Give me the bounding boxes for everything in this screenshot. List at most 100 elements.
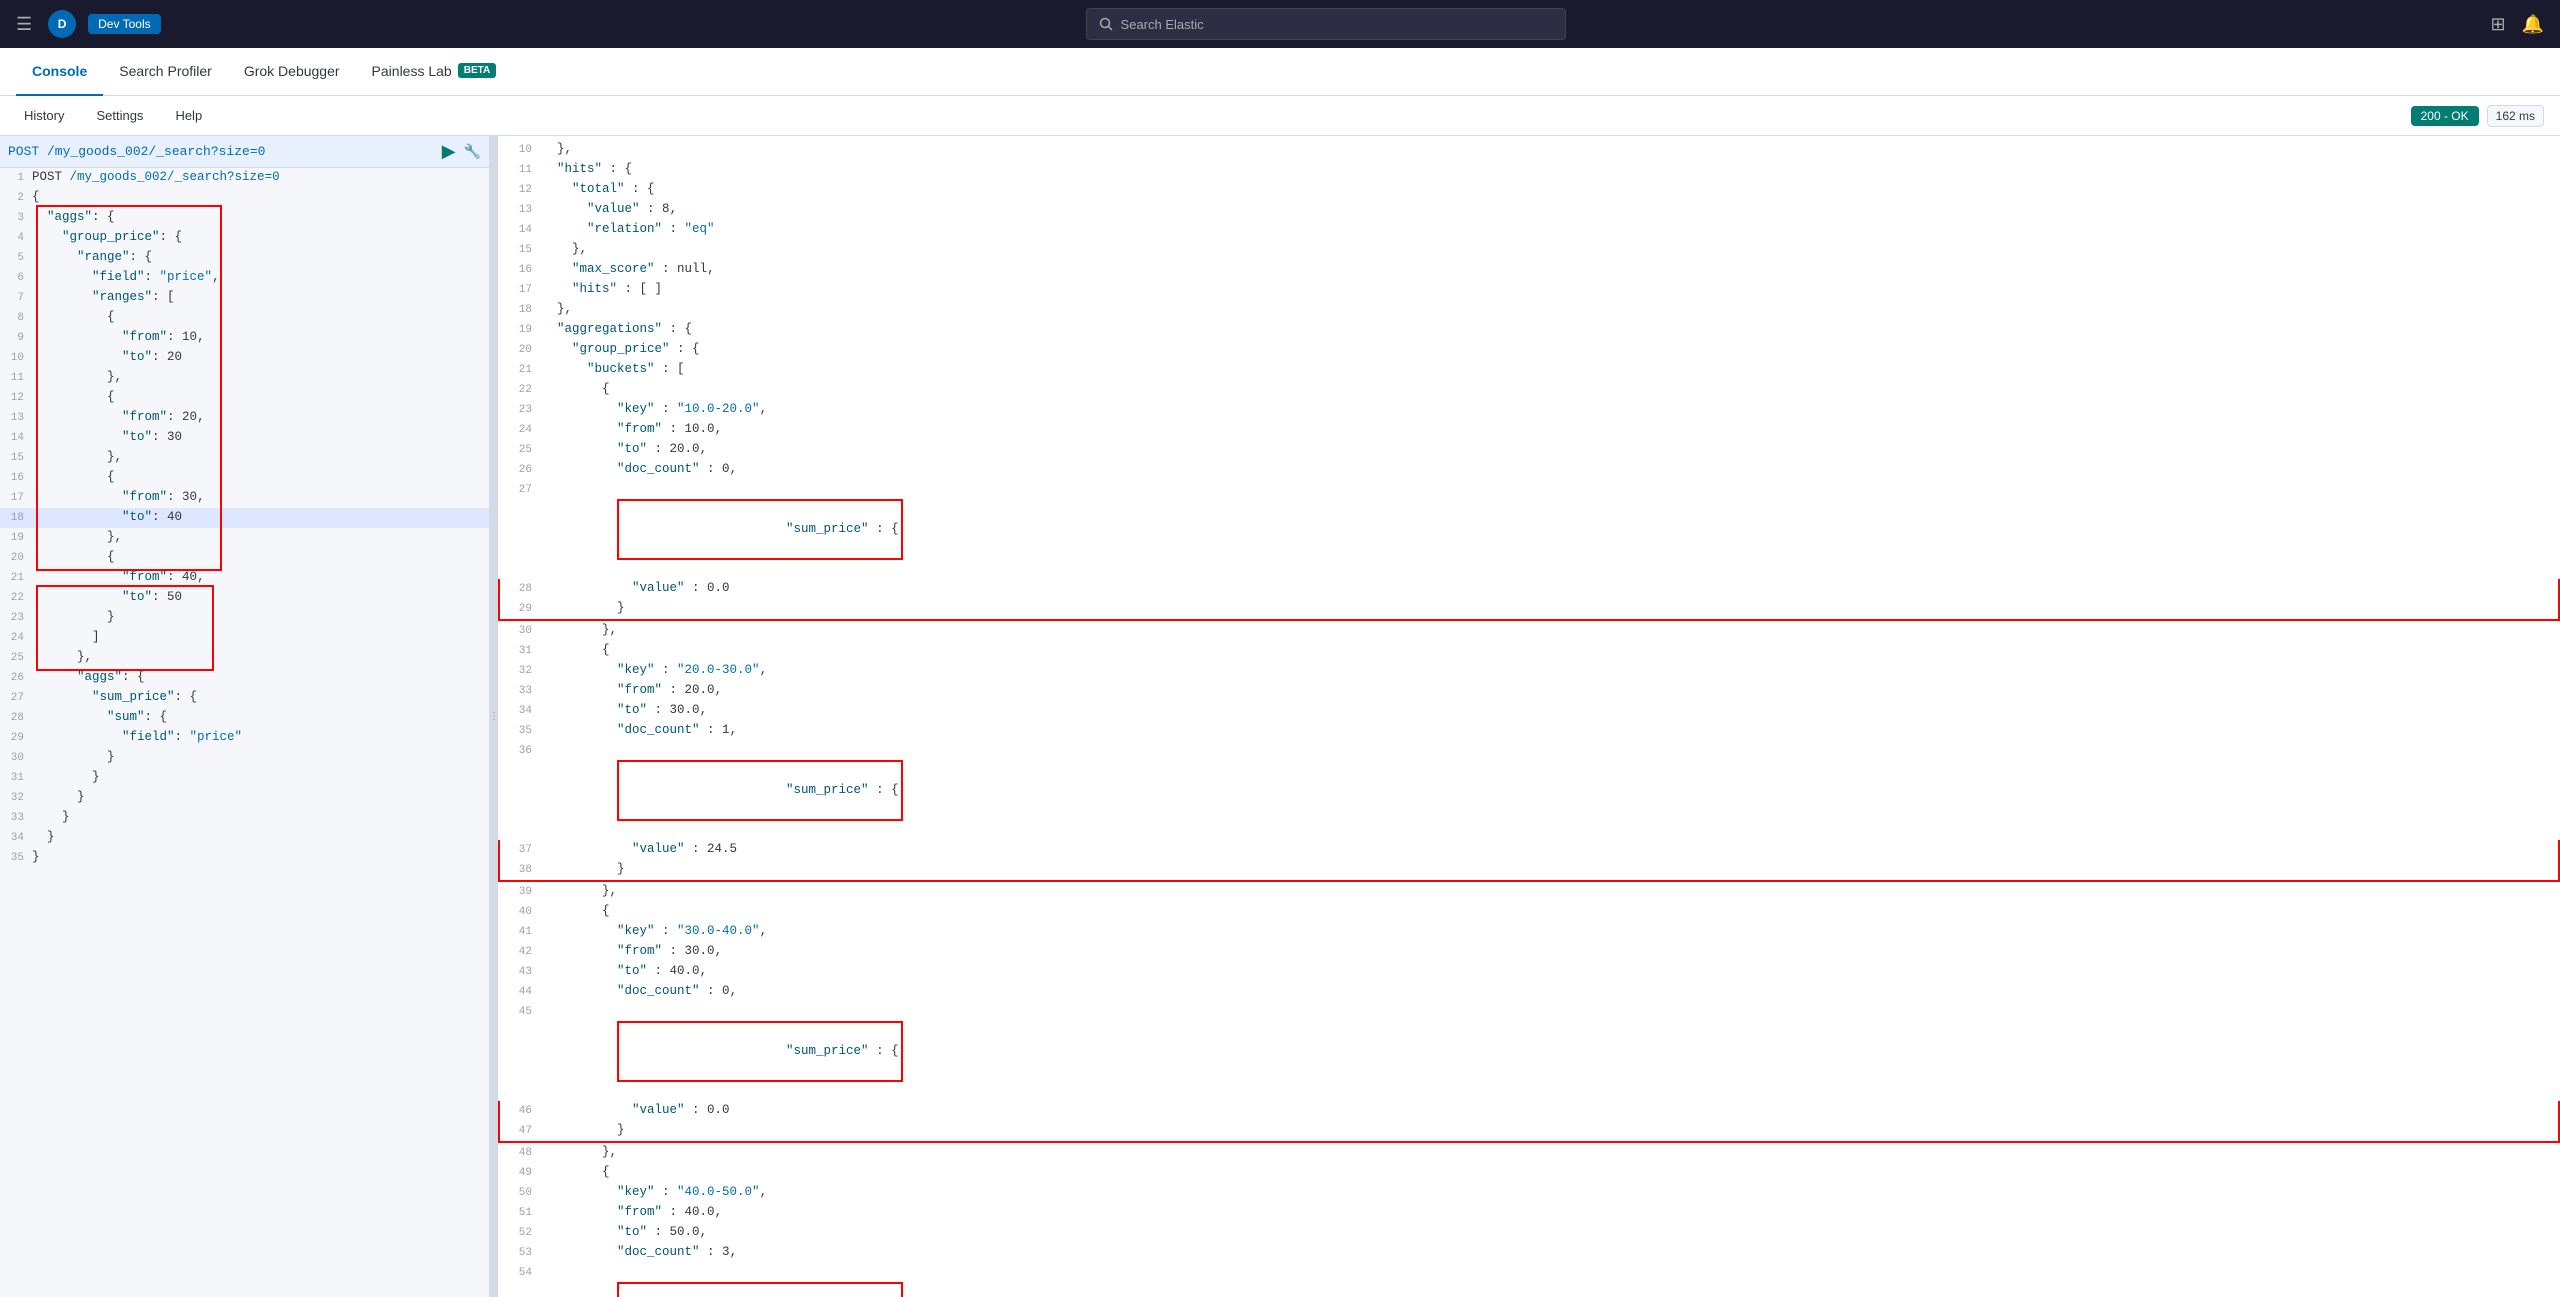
line-11: 11 }, xyxy=(0,368,489,388)
resp-line-41: 41 "key" : "30.0-40.0", xyxy=(498,922,2560,942)
line-10: 10 "to": 20 xyxy=(0,348,489,368)
line-30: 30 } xyxy=(0,748,489,768)
pane-divider[interactable]: ⋮ xyxy=(490,136,498,1297)
resp-line-28: 28 "value" : 0.0 xyxy=(498,579,2560,599)
resp-line-21: 21 "buckets" : [ xyxy=(498,360,2560,380)
line-20: 20 { xyxy=(0,548,489,568)
resp-line-14: 14 "relation" : "eq" xyxy=(498,220,2560,240)
resp-line-53: 53 "doc_count" : 3, xyxy=(498,1243,2560,1263)
response-pane: 10 }, 11 "hits" : { 12 "total" : { 13 "v… xyxy=(498,136,2560,1297)
main-area: POST /my_goods_002/_search?size=0 ▶ 🔧 1P… xyxy=(0,136,2560,1297)
help-button[interactable]: Help xyxy=(167,104,210,127)
toolbar: History Settings Help 200 - OK 162 ms xyxy=(0,96,2560,136)
resp-line-20: 20 "group_price" : { xyxy=(498,340,2560,360)
resp-line-19: 19 "aggregations" : { xyxy=(498,320,2560,340)
resp-line-27: 27 "sum_price" : { xyxy=(498,480,2560,579)
resp-line-30: 30 }, xyxy=(498,621,2560,641)
line-32: 32 } xyxy=(0,788,489,808)
search-bar-container: Search Elastic xyxy=(173,8,2479,40)
editor-actions: ▶ 🔧 xyxy=(442,141,481,162)
editor-content[interactable]: 1POST /my_goods_002/_search?size=0 2{ 3 … xyxy=(0,168,489,1297)
line-6: 6 "field": "price", xyxy=(0,268,489,288)
resp-line-10: 10 }, xyxy=(498,140,2560,160)
editor-pane: POST /my_goods_002/_search?size=0 ▶ 🔧 1P… xyxy=(0,136,490,1297)
line-2: 2{ xyxy=(0,188,489,208)
nav-icons: ⊞ 🔔 xyxy=(2490,14,2544,35)
resp-line-26: 26 "doc_count" : 0, xyxy=(498,460,2560,480)
resp-line-38: 38 } xyxy=(498,860,2560,882)
line-5: 5 "range": { xyxy=(0,248,489,268)
resp-line-45: 45 "sum_price" : { xyxy=(498,1002,2560,1101)
line-21: 21 "from": 40, xyxy=(0,568,489,588)
line-34: 34 } xyxy=(0,828,489,848)
resp-line-22: 22 { xyxy=(498,380,2560,400)
resp-line-47: 47 } xyxy=(498,1121,2560,1143)
search-icon xyxy=(1099,17,1113,31)
resp-line-18: 18 }, xyxy=(498,300,2560,320)
response-content: 10 }, 11 "hits" : { 12 "total" : { 13 "v… xyxy=(498,136,2560,1297)
tab-painless-lab[interactable]: Painless Lab BETA xyxy=(356,48,513,96)
run-button[interactable]: ▶ xyxy=(442,141,456,162)
beta-badge: BETA xyxy=(458,63,496,78)
line-26: 26 "aggs": { xyxy=(0,668,489,688)
user-avatar[interactable]: D xyxy=(48,10,76,38)
resp-line-25: 25 "to" : 20.0, xyxy=(498,440,2560,460)
hamburger-menu[interactable]: ☰ xyxy=(16,14,32,35)
resp-line-36: 36 "sum_price" : { xyxy=(498,741,2560,840)
resp-line-48: 48 }, xyxy=(498,1143,2560,1163)
wrench-button[interactable]: 🔧 xyxy=(464,143,481,160)
line-13: 13 "from": 20, xyxy=(0,408,489,428)
resp-line-35: 35 "doc_count" : 1, xyxy=(498,721,2560,741)
resp-line-43: 43 "to" : 40.0, xyxy=(498,962,2560,982)
resp-line-33: 33 "from" : 20.0, xyxy=(498,681,2560,701)
status-badge: 200 - OK xyxy=(2411,106,2479,126)
dev-tools-badge[interactable]: Dev Tools xyxy=(88,14,160,34)
line-24: 24 ] xyxy=(0,628,489,648)
resp-line-49: 49 { xyxy=(498,1163,2560,1183)
line-28: 28 "sum": { xyxy=(0,708,489,728)
tab-search-profiler[interactable]: Search Profiler xyxy=(103,48,228,96)
grid-icon[interactable]: ⊞ xyxy=(2490,14,2505,35)
tab-console[interactable]: Console xyxy=(16,48,103,96)
line-3: 3 "aggs": { xyxy=(0,208,489,228)
line-16: 16 { xyxy=(0,468,489,488)
line-33: 33 } xyxy=(0,808,489,828)
resp-line-34: 34 "to" : 30.0, xyxy=(498,701,2560,721)
line-18: 18 "to": 40 xyxy=(0,508,489,528)
resp-line-44: 44 "doc_count" : 0, xyxy=(498,982,2560,1002)
bell-icon[interactable]: 🔔 xyxy=(2522,14,2544,35)
resp-line-50: 50 "key" : "40.0-50.0", xyxy=(498,1183,2560,1203)
top-navigation: ☰ D Dev Tools Search Elastic ⊞ 🔔 xyxy=(0,0,2560,48)
line-4: 4 "group_price": { xyxy=(0,228,489,248)
line-15: 15 }, xyxy=(0,448,489,468)
resp-line-24: 24 "from" : 10.0, xyxy=(498,420,2560,440)
line-35: 35} xyxy=(0,848,489,868)
resp-line-31: 31 { xyxy=(498,641,2560,661)
resp-line-40: 40 { xyxy=(498,902,2560,922)
line-19: 19 }, xyxy=(0,528,489,548)
tab-grok-debugger[interactable]: Grok Debugger xyxy=(228,48,356,96)
line-23: 23 } xyxy=(0,608,489,628)
line-9: 9 "from": 10, xyxy=(0,328,489,348)
history-button[interactable]: History xyxy=(16,104,72,127)
line-1: 1POST /my_goods_002/_search?size=0 xyxy=(0,168,489,188)
time-badge: 162 ms xyxy=(2487,105,2544,127)
resp-line-32: 32 "key" : "20.0-30.0", xyxy=(498,661,2560,681)
settings-button[interactable]: Settings xyxy=(88,104,151,127)
line-8: 8 { xyxy=(0,308,489,328)
line-17: 17 "from": 30, xyxy=(0,488,489,508)
request-line: POST /my_goods_002/_search?size=0 xyxy=(8,144,265,159)
editor-header: POST /my_goods_002/_search?size=0 ▶ 🔧 xyxy=(0,136,489,168)
tabs-navigation: Console Search Profiler Grok Debugger Pa… xyxy=(0,48,2560,96)
line-12: 12 { xyxy=(0,388,489,408)
line-31: 31 } xyxy=(0,768,489,788)
line-7: 7 "ranges": [ xyxy=(0,288,489,308)
resp-line-54: 54 "sum_price" : { xyxy=(498,1263,2560,1297)
resp-line-16: 16 "max_score" : null, xyxy=(498,260,2560,280)
resp-line-42: 42 "from" : 30.0, xyxy=(498,942,2560,962)
line-14: 14 "to": 30 xyxy=(0,428,489,448)
line-25: 25 }, xyxy=(0,648,489,668)
resp-line-52: 52 "to" : 50.0, xyxy=(498,1223,2560,1243)
search-bar[interactable]: Search Elastic xyxy=(1086,8,1566,40)
resp-line-15: 15 }, xyxy=(498,240,2560,260)
